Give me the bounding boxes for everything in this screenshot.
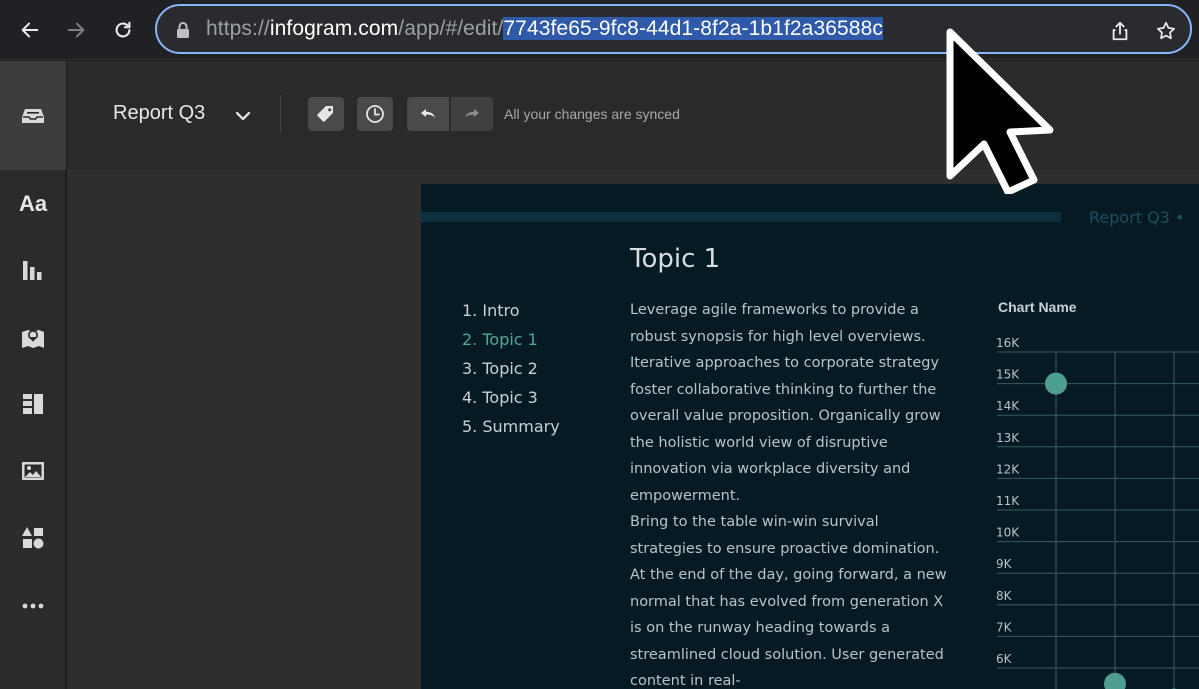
forward-button[interactable] [58, 12, 94, 48]
y-tick-label: 13K [996, 431, 1020, 445]
url-domain: infogram.com [269, 17, 399, 40]
toc-item[interactable]: 5. Summary [462, 412, 560, 441]
y-tick-label: 8K [996, 589, 1013, 603]
scatter-chart[interactable]: Chart Name 16K 15K 14K 13K 12K 11K 10K 9K 8K 7K 6K [991, 294, 1199, 689]
chart-title: Chart Name [998, 299, 1077, 315]
layout-icon [23, 394, 43, 414]
rail-item-images[interactable] [0, 438, 66, 504]
lock-icon[interactable] [175, 21, 191, 39]
mouse-cursor-icon [946, 28, 1054, 194]
back-arrow-icon [21, 22, 39, 38]
redo-icon [465, 109, 479, 118]
share-icon [1112, 21, 1128, 41]
tag-icon [317, 106, 333, 122]
chevron-down-icon[interactable] [232, 105, 254, 127]
rail-item-charts[interactable] [0, 238, 66, 304]
y-tick-label: 9K [996, 557, 1013, 571]
reload-button[interactable] [105, 12, 141, 48]
chart-plot: 16K 15K 14K 13K 12K 11K 10K 9K 8K 7K 6K [996, 336, 1199, 689]
share-button[interactable] [1106, 17, 1134, 45]
y-tick-label: 16K [996, 336, 1020, 350]
body-paragraph: Leverage agile frameworks to provide a r… [630, 302, 941, 504]
more-icon [22, 603, 44, 609]
rail-item-layout[interactable] [0, 371, 66, 437]
url-path: /app/#/edit/ [398, 17, 504, 40]
toc-item[interactable]: 4. Topic 3 [462, 383, 560, 412]
back-button[interactable] [12, 12, 48, 48]
bar-chart-icon [23, 261, 42, 280]
y-tick-label: 14K [996, 399, 1020, 413]
y-tick-label: 7K [996, 620, 1013, 634]
y-tick-label: 15K [996, 368, 1020, 382]
undo-button[interactable] [407, 97, 449, 131]
table-of-contents[interactable]: 1. Intro 2. Topic 1 3. Topic 2 4. Topic … [462, 296, 560, 441]
rail-item-more[interactable] [0, 573, 66, 639]
body-text[interactable]: Leverage agile frameworks to provide a r… [630, 297, 950, 689]
y-tick-label: 6K [996, 652, 1013, 666]
report-title[interactable]: Report Q3 [113, 102, 205, 125]
image-icon [22, 462, 44, 480]
infographic-canvas[interactable]: Report Q3 • Topic 1 1. Intro 2. Topic 1 … [421, 184, 1199, 689]
toc-item[interactable]: 2. Topic 1 [462, 325, 560, 354]
editor-workspace: Report Q3 • Topic 1 1. Intro 2. Topic 1 … [67, 170, 1199, 689]
bookmark-button[interactable] [1152, 17, 1180, 45]
toc-item[interactable]: 1. Intro [462, 296, 560, 325]
url-selected-id: 7743fe65-9fc8-44d1-8f2a-1b1f2a36588c [503, 17, 883, 40]
undo-icon [421, 109, 435, 118]
sync-status: All your changes are synced [504, 106, 680, 122]
body-paragraph: Bring to the table win-win survival stra… [630, 514, 947, 689]
inbox-icon [22, 108, 44, 123]
reload-icon [115, 21, 131, 38]
redo-button[interactable] [451, 97, 493, 131]
rail-item-inbox[interactable] [0, 61, 66, 170]
y-tick-label: 12K [996, 462, 1020, 476]
header-bar [421, 212, 1061, 222]
data-point [1045, 372, 1067, 395]
clock-icon [366, 105, 384, 123]
text-icon: Aa [18, 191, 48, 216]
y-tick-label: 10K [996, 526, 1020, 540]
map-pin-icon [22, 330, 44, 348]
rail-item-shapes[interactable] [0, 505, 66, 571]
toc-item[interactable]: 3. Topic 2 [462, 354, 560, 383]
url-text[interactable]: https://infogram.com/app/#/edit/7743fe65… [206, 17, 883, 41]
y-tick-label: 11K [996, 494, 1020, 508]
history-button[interactable] [357, 97, 393, 131]
left-rail: Aa [0, 61, 66, 689]
toolbar-divider [280, 95, 281, 133]
url-prefix: https:// [206, 17, 270, 40]
data-point [1104, 672, 1126, 689]
tag-button[interactable] [308, 97, 344, 131]
header-label: Report Q3 • [1089, 208, 1185, 227]
forward-arrow-icon [67, 22, 85, 38]
rail-item-text[interactable]: Aa [0, 171, 66, 237]
topic-title[interactable]: Topic 1 [630, 244, 720, 274]
star-icon [1157, 21, 1175, 40]
rail-item-maps[interactable] [0, 304, 66, 370]
shapes-icon [22, 527, 44, 549]
